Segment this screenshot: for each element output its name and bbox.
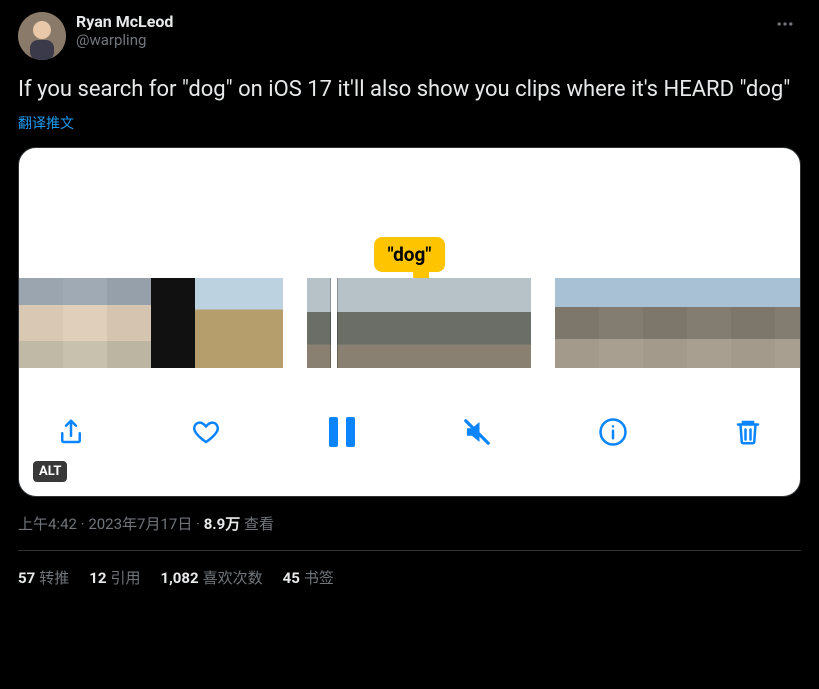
heart-icon[interactable]	[188, 414, 224, 450]
pause-icon[interactable]	[324, 414, 360, 450]
tweet-header: Ryan McLeod @warpling	[18, 12, 801, 60]
author-display-name[interactable]: Ryan McLeod	[76, 12, 769, 31]
share-icon[interactable]	[53, 414, 89, 450]
author-handle[interactable]: @warpling	[76, 31, 769, 49]
media-top-area: "dog"	[19, 148, 800, 278]
author-block: Ryan McLeod @warpling	[76, 12, 769, 49]
more-button[interactable]	[769, 12, 801, 40]
video-timeline-strip[interactable]	[19, 278, 800, 368]
tweet-date[interactable]: 2023年7月17日	[88, 515, 192, 533]
views-count: 8.9万	[204, 515, 241, 533]
info-icon[interactable]	[595, 414, 631, 450]
tweet-stats: 57转推 12引用 1,082喜欢次数 45书签	[18, 551, 801, 604]
media-attachment[interactable]: "dog"	[18, 147, 801, 497]
clip-group-3	[555, 278, 800, 368]
retweets-stat[interactable]: 57转推	[18, 567, 69, 588]
clip-group-1	[19, 278, 283, 368]
bookmarks-stat[interactable]: 45书签	[283, 567, 334, 588]
caption-bubble: "dog"	[374, 237, 446, 272]
quotes-stat[interactable]: 12引用	[89, 567, 140, 588]
avatar[interactable]	[18, 12, 66, 60]
playhead[interactable]	[331, 278, 337, 368]
mute-icon[interactable]	[459, 414, 495, 450]
translate-link[interactable]: 翻译推文	[18, 113, 801, 133]
views-label: 查看	[240, 515, 274, 533]
tweet-time[interactable]: 上午4:42	[18, 515, 77, 533]
alt-badge[interactable]: ALT	[33, 461, 67, 482]
trash-icon[interactable]	[730, 414, 766, 450]
clip-group-2-active	[307, 278, 531, 368]
tweet-container: Ryan McLeod @warpling If you search for …	[0, 0, 819, 604]
tweet-meta: 上午4:42 · 2023年7月17日 · 8.9万 查看	[18, 513, 801, 534]
media-controls	[19, 368, 800, 496]
likes-stat[interactable]: 1,082喜欢次数	[160, 567, 262, 588]
tweet-text: If you search for "dog" on iOS 17 it'll …	[18, 76, 801, 105]
